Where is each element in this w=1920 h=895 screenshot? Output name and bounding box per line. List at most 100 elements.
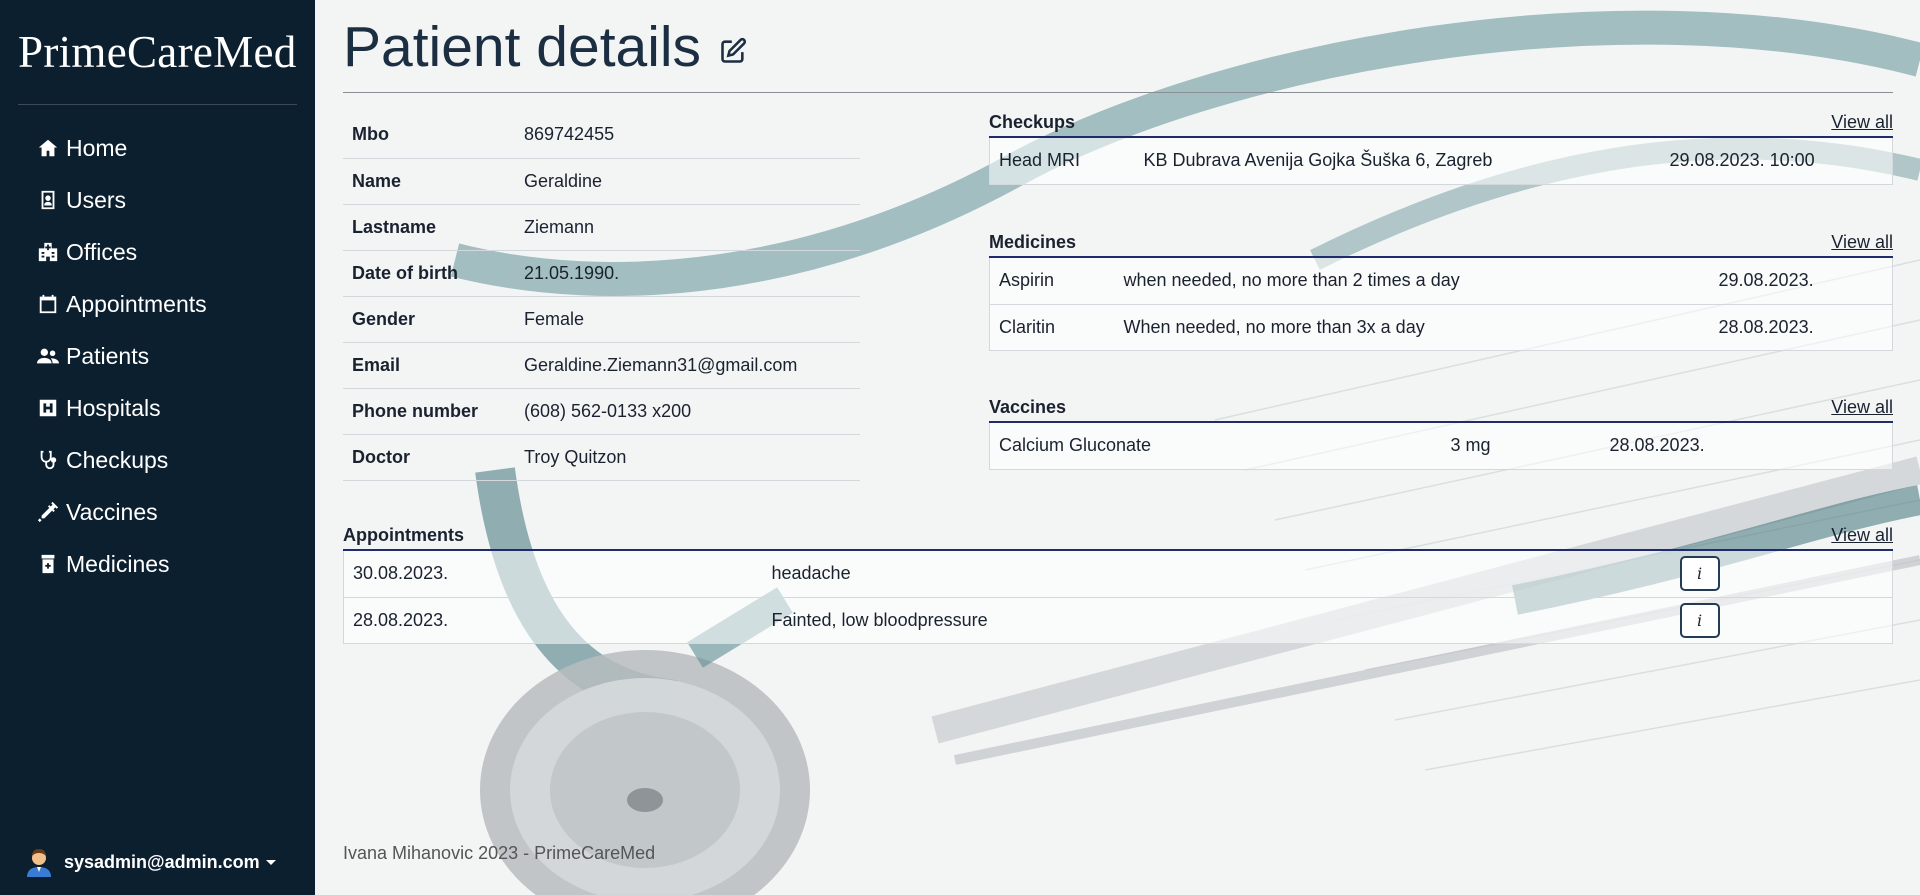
footer-text: Ivana Mihanovic 2023 - PrimeCareMed [343, 843, 656, 863]
detail-label: Gender [343, 296, 515, 343]
detail-value: Troy Quitzon [515, 434, 860, 481]
table-row[interactable]: Calcium Gluconate 3 mg 28.08.2023. [989, 423, 1893, 470]
page-title-text: Patient details [343, 15, 702, 79]
edit-icon[interactable] [719, 37, 747, 65]
medicines-title: Medicines [989, 232, 1077, 252]
checkups-table: Head MRI KB Dubrava Avenija Gojka Šuška … [989, 138, 1893, 185]
table-row[interactable]: Head MRI KB Dubrava Avenija Gojka Šuška … [989, 138, 1893, 185]
user-avatar-icon [27, 849, 51, 877]
vaccines-title: Vaccines [989, 397, 1067, 417]
checkups-section: Checkups View all Head MRI KB Dubrava Av… [989, 112, 1893, 185]
home-icon [36, 136, 60, 160]
detail-row-name: Name Geraldine [343, 158, 860, 205]
detail-row-lastname: Lastname Ziemann [343, 204, 860, 251]
medicine-bottle-icon [36, 552, 60, 576]
detail-label: Name [343, 158, 515, 205]
checkup-name: Head MRI [989, 138, 1135, 185]
appointment-actions: i [1670, 551, 1893, 598]
appointment-info-button[interactable]: i [1679, 556, 1720, 592]
clinic-icon [36, 240, 60, 264]
user-menu[interactable]: sysadmin@admin.com [24, 847, 276, 877]
appointments-title: Appointments [343, 525, 464, 545]
detail-value: 869742455 [515, 112, 860, 159]
sidebar: PrimeCareMed Home Users Offices Appointm… [0, 0, 315, 895]
sidebar-item-patients[interactable]: Patients [0, 330, 315, 382]
patient-details-table: Mbo 869742455 Name Geraldine Lastname Ziema… [343, 112, 860, 481]
sidebar-item-label: Vaccines [66, 498, 158, 525]
appointments-header: Appointments View all [343, 525, 1893, 551]
detail-value: Geraldine [515, 158, 860, 205]
table-row[interactable]: Aspirin when needed, no more than 2 time… [989, 258, 1893, 305]
detail-label: Email [343, 342, 515, 389]
sidebar-item-label: Checkups [66, 446, 169, 473]
medicines-view-all-link[interactable]: View all [1831, 232, 1893, 253]
medicine-date: 29.08.2023. [1709, 258, 1893, 305]
checkups-view-all-link[interactable]: View all [1831, 112, 1893, 133]
sidebar-item-label: Home [66, 134, 128, 161]
detail-row-gender: Gender Female [343, 296, 860, 343]
detail-value: Female [515, 296, 860, 343]
medicines-header: Medicines View all [989, 232, 1893, 258]
users-icon [36, 344, 60, 368]
medicine-name: Claritin [989, 304, 1115, 351]
sidebar-item-users[interactable]: Users [0, 174, 315, 226]
appointments-table: 30.08.2023. headache i 28.08.2023. Faint… [343, 551, 1893, 644]
table-row[interactable]: Claritin When needed, no more than 3x a … [989, 304, 1893, 351]
sidebar-item-appointments[interactable]: Appointments [0, 278, 315, 330]
vaccines-header: Vaccines View all [989, 397, 1893, 423]
detail-row-doctor: Doctor Troy Quitzon [343, 434, 860, 481]
appointments-section: Appointments View all 30.08.2023. headac… [343, 525, 1893, 644]
appointment-actions: i [1670, 597, 1893, 644]
appointment-date: 30.08.2023. [343, 551, 763, 598]
page-title: Patient details [343, 14, 747, 80]
sidebar-item-vaccines[interactable]: Vaccines [0, 486, 315, 538]
detail-value: Geraldine.Ziemann31@gmail.com [515, 342, 860, 389]
detail-label: Lastname [343, 204, 515, 251]
detail-row-mbo: Mbo 869742455 [343, 112, 860, 159]
checkups-header: Checkups View all [989, 112, 1893, 138]
vaccines-view-all-link[interactable]: View all [1831, 397, 1893, 418]
detail-value: 21.05.1990. [515, 250, 860, 297]
sidebar-item-checkups[interactable]: Checkups [0, 434, 315, 486]
vaccine-dose: 3 mg [1441, 423, 1601, 470]
detail-label: Date of birth [343, 250, 515, 297]
sidebar-item-label: Hospitals [66, 394, 161, 421]
medicine-usage: when needed, no more than 2 times a day [1114, 258, 1710, 305]
vaccines-section: Vaccines View all Calcium Gluconate 3 mg… [989, 397, 1893, 470]
detail-label: Phone number [343, 388, 515, 435]
sidebar-item-label: Users [66, 186, 127, 213]
detail-row-email: Email Geraldine.Ziemann31@gmail.com [343, 342, 860, 389]
brand-logo[interactable]: PrimeCareMed [18, 26, 297, 78]
appointment-info-button[interactable]: i [1679, 602, 1720, 638]
vaccine-date: 28.08.2023. [1600, 423, 1893, 470]
table-row[interactable]: 30.08.2023. headache i [343, 551, 1893, 598]
vaccines-table: Calcium Gluconate 3 mg 28.08.2023. [989, 423, 1893, 470]
appointment-reason: Fainted, low bloodpressure [762, 597, 1671, 644]
sidebar-nav: Home Users Offices Appointments Patients… [0, 122, 315, 590]
sidebar-item-hospitals[interactable]: Hospitals [0, 382, 315, 434]
page-content: Patient details Mbo 869742455 Name Geraldi… [343, 0, 1893, 895]
calendar-icon [36, 292, 60, 316]
appointments-view-all-link[interactable]: View all [1831, 525, 1893, 546]
sidebar-item-label: Appointments [66, 290, 207, 317]
stethoscope-icon [36, 448, 60, 472]
syringe-icon [36, 500, 60, 524]
sidebar-divider [18, 104, 297, 105]
sidebar-item-offices[interactable]: Offices [0, 226, 315, 278]
user-email: sysadmin@admin.com [64, 851, 260, 872]
table-row[interactable]: 28.08.2023. Fainted, low bloodpressure i [343, 597, 1893, 644]
sidebar-item-home[interactable]: Home [0, 122, 315, 174]
caret-down-icon [265, 859, 276, 865]
detail-value: Ziemann [515, 204, 860, 251]
detail-value: (608) 562-0133 x200 [515, 388, 860, 435]
medicines-section: Medicines View all Aspirin when needed, … [989, 232, 1893, 351]
hospital-h-icon [36, 396, 60, 420]
checkup-date: 29.08.2023. 10:00 [1660, 138, 1893, 185]
detail-row-phone: Phone number (608) 562-0133 x200 [343, 388, 860, 435]
appointment-reason: headache [762, 551, 1671, 598]
sidebar-item-label: Patients [66, 342, 150, 369]
medicine-date: 28.08.2023. [1709, 304, 1893, 351]
vaccine-name: Calcium Gluconate [989, 423, 1442, 470]
sidebar-item-medicines[interactable]: Medicines [0, 538, 315, 590]
title-divider [343, 92, 1893, 93]
